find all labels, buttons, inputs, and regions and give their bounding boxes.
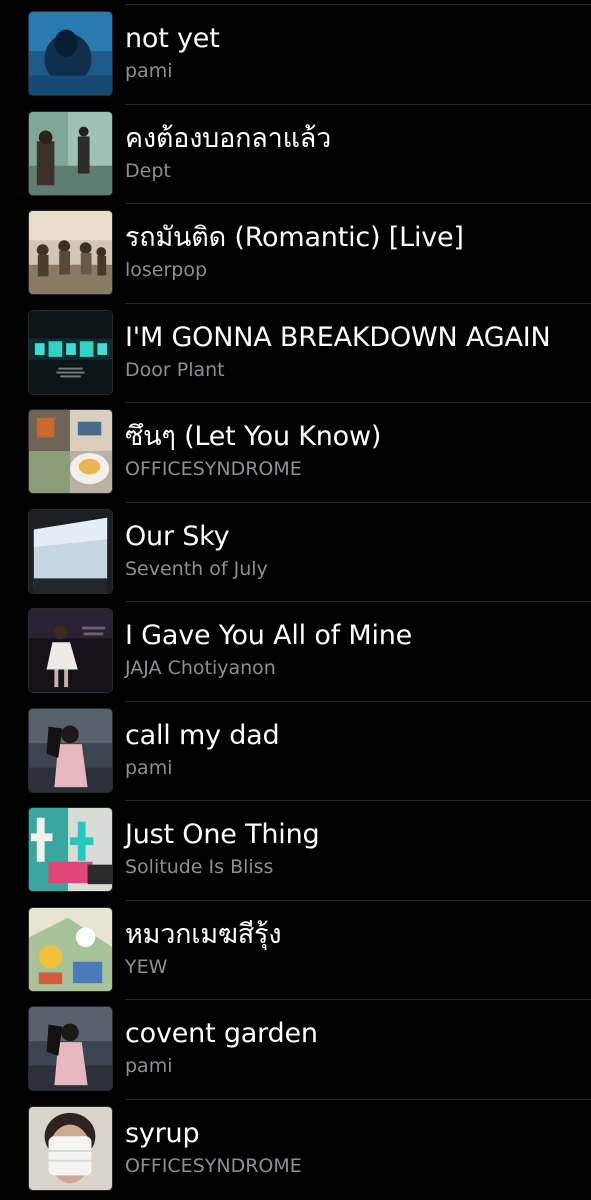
song-artist: YEW [125, 955, 168, 978]
album-artwork [28, 409, 113, 494]
album-artwork [28, 110, 113, 196]
album-artwork [28, 1105, 113, 1191]
album-artwork [28, 11, 113, 96]
album-artwork [28, 807, 113, 892]
song-artist: JAJA Chotiyanon [125, 657, 276, 679]
song-row[interactable]: covent garden pami [0, 1000, 591, 1100]
song-title: not yet [125, 23, 220, 54]
song-row[interactable]: Our Sky Seventh of July [0, 503, 591, 602]
song-artist: Seventh of July [125, 557, 268, 580]
song-row[interactable]: Just One Thing Solitude Is Bliss [0, 801, 591, 901]
song-artist: OFFICESYNDROME [125, 458, 302, 480]
song-artist: pami [125, 60, 173, 82]
song-row[interactable]: I Gave You All of Mine JAJA Chotiyanon [0, 602, 591, 702]
album-artwork [28, 1006, 113, 1091]
song-title: I'M GONNA BREAKDOWN AGAIN [125, 321, 551, 353]
song-row[interactable]: คงต้องบอกลาแล้ว Dept [0, 105, 591, 204]
album-artwork [28, 707, 113, 793]
album-artwork [28, 210, 113, 295]
album-artwork [28, 906, 113, 992]
song-title: I Gave You All of Mine [125, 620, 413, 651]
song-row[interactable]: I'M GONNA BREAKDOWN AGAIN Door Plant [0, 304, 591, 403]
song-title: Our Sky [125, 520, 230, 552]
song-artist: pami [125, 756, 173, 779]
song-row[interactable]: not yet pami [0, 5, 591, 105]
song-row[interactable]: ซึนๆ (Let You Know) OFFICESYNDROME [0, 403, 591, 503]
song-artist: OFFICESYNDROME [125, 1154, 302, 1177]
song-row[interactable]: call my dad pami [0, 702, 591, 801]
song-row[interactable]: รถมันติด (Romantic) [Live] loserpop [0, 204, 591, 304]
song-row[interactable]: หมวกเมฆสีรุ้ง YEW [0, 901, 591, 1000]
song-title: ซึนๆ (Let You Know) [125, 421, 382, 452]
song-title: call my dad [125, 719, 280, 751]
song-title: syrup [125, 1117, 200, 1149]
song-title: รถมันติด (Romantic) [Live] [125, 222, 464, 253]
song-artist: Solitude Is Bliss [125, 856, 274, 878]
song-artist: Dept [125, 159, 171, 182]
song-artist: loserpop [125, 259, 208, 281]
album-artwork [28, 508, 113, 594]
song-title: covent garden [125, 1018, 318, 1049]
song-title: หมวกเมฆสีรุ้ง [125, 918, 282, 950]
song-title: คงต้องบอกลาแล้ว [125, 122, 332, 154]
song-list: not yet pami คงต้องบอกลาแล้ว Dept รถมันต… [0, 5, 591, 1199]
song-artist: Door Plant [125, 358, 225, 381]
song-row[interactable]: syrup OFFICESYNDROME [0, 1100, 591, 1200]
song-artist: pami [125, 1055, 173, 1077]
album-artwork [28, 608, 113, 693]
song-title: Just One Thing [125, 819, 320, 850]
album-artwork [28, 309, 113, 395]
